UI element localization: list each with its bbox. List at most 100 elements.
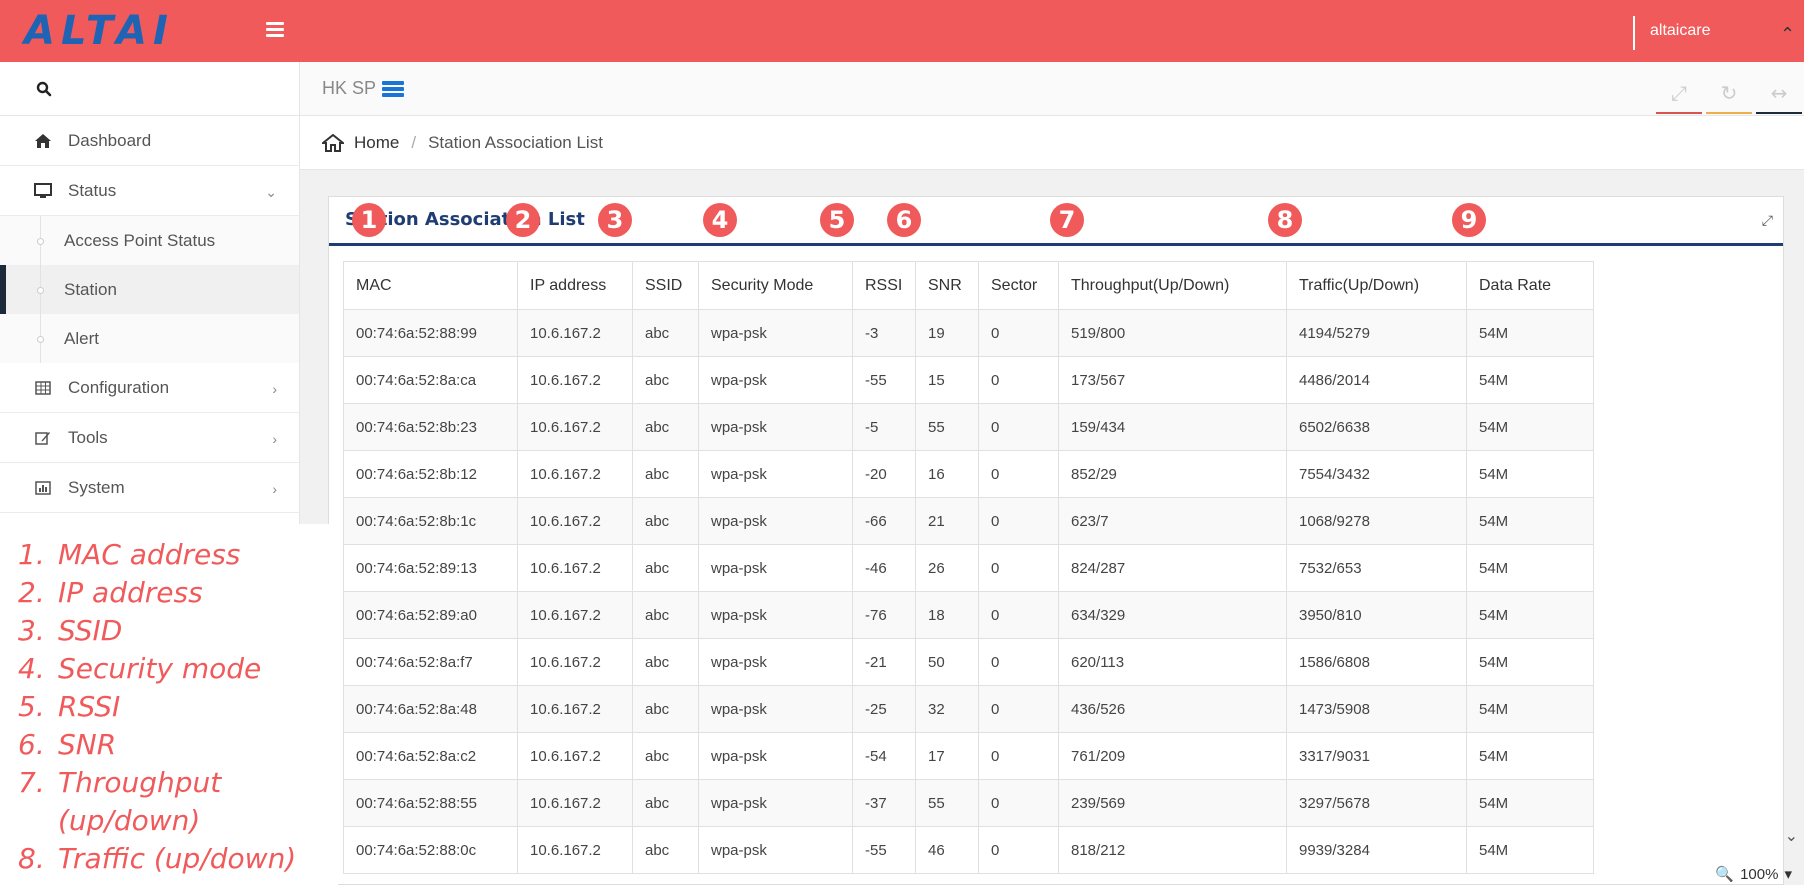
table-cell: abc	[632, 497, 699, 545]
table-cell: 00:74:6a:52:88:55	[343, 779, 518, 827]
chart-icon	[32, 479, 54, 497]
active-indicator	[0, 265, 6, 314]
sidebar-subitem-label: Alert	[64, 328, 99, 348]
legend-number: 2.	[18, 576, 45, 609]
home-icon	[32, 132, 54, 150]
menu-toggle-icon[interactable]	[266, 22, 284, 38]
table-cell: 32	[915, 685, 979, 733]
table-cell: 00:74:6a:52:88:99	[343, 309, 518, 357]
table-cell: -25	[852, 685, 916, 733]
table-cell: 54M	[1466, 450, 1594, 498]
column-header-snr[interactable]: SNR	[915, 261, 979, 310]
altai-logo[interactable]: ALTAI	[24, 8, 174, 54]
collapse-icon[interactable]: ↔	[1754, 74, 1804, 114]
table-row[interactable]: 00:74:6a:52:8a:c2 10.6.167.2 abc wpa-psk -54…	[343, 732, 1594, 780]
table-cell: 54M	[1466, 779, 1594, 827]
sidebar-subitem-alert[interactable]: Alert	[0, 314, 299, 363]
table-cell: -55	[852, 826, 916, 874]
sidebar-search[interactable]	[0, 62, 299, 116]
refresh-icon[interactable]: ↻	[1704, 74, 1754, 114]
table-row[interactable]: 00:74:6a:52:8a:f7 10.6.167.2 abc wpa-psk -21…	[343, 638, 1594, 686]
table-cell: 0	[978, 403, 1059, 451]
table-cell: 54M	[1466, 591, 1594, 639]
sidebar-item-label: System	[68, 477, 125, 497]
table-cell: abc	[632, 356, 699, 404]
legend-item: 5. RSSI	[18, 688, 296, 726]
table-cell: 0	[978, 450, 1059, 498]
table-cell: 54M	[1466, 497, 1594, 545]
table-row[interactable]: 00:74:6a:52:8a:48 10.6.167.2 abc wpa-psk -25…	[343, 685, 1594, 733]
table-cell: 0	[978, 826, 1059, 874]
table-cell: 852/29	[1058, 450, 1287, 498]
table-cell: 623/7	[1058, 497, 1287, 545]
column-header-data-rate[interactable]: Data Rate	[1466, 261, 1594, 310]
zoom-icon: 🔍	[1715, 866, 1735, 883]
table-cell: wpa-psk	[698, 779, 853, 827]
table-row[interactable]: 00:74:6a:52:88:55 10.6.167.2 abc wpa-psk -37…	[343, 779, 1594, 827]
fullscreen-icon[interactable]: ⤢	[1654, 74, 1704, 114]
table-cell: 1473/5908	[1286, 685, 1467, 733]
home-icon[interactable]	[322, 133, 344, 152]
expand-icon[interactable]: ⤢	[1762, 213, 1773, 229]
user-menu[interactable]: altaicare	[1650, 22, 1710, 40]
table-row[interactable]: 00:74:6a:52:88:0c 10.6.167.2 abc wpa-psk -55…	[343, 826, 1594, 874]
breadcrumb-home-link[interactable]: Home	[354, 133, 399, 153]
sidebar-item-label: Status	[68, 180, 117, 200]
table-row[interactable]: 00:74:6a:52:89:13 10.6.167.2 abc wpa-psk -46…	[343, 544, 1594, 592]
sidebar-item-status[interactable]: Status ⌄	[0, 166, 299, 216]
user-divider	[1633, 16, 1635, 50]
sidebar-item-dashboard[interactable]: Dashboard	[0, 116, 299, 166]
site-selector[interactable]: HK SP	[322, 78, 405, 99]
chevron-up-icon[interactable]: ⌃	[1780, 24, 1804, 45]
breadcrumb: Home / Station Association List	[300, 116, 1804, 170]
callout-legend: 1. MAC address 2. IP address 3. SSID 4. Securit…	[18, 536, 296, 878]
table-cell: 0	[978, 309, 1059, 357]
sidebar-item-tools[interactable]: Tools ›	[0, 413, 299, 463]
sidebar-item-configuration[interactable]: Configuration ›	[0, 363, 299, 413]
table-cell: 10.6.167.2	[517, 356, 633, 404]
column-header-ssid[interactable]: SSID	[632, 261, 699, 310]
chevron-down-icon[interactable]: ⌄	[1785, 826, 1798, 845]
table-cell: abc	[632, 403, 699, 451]
search-icon[interactable]	[36, 81, 52, 97]
table-cell: 17	[915, 732, 979, 780]
column-header-rssi[interactable]: RSSI	[852, 261, 916, 310]
column-header-security-mode[interactable]: Security Mode	[698, 261, 853, 310]
zoom-control[interactable]: 🔍 100% ▾	[1715, 863, 1792, 885]
table-row[interactable]: 00:74:6a:52:88:99 10.6.167.2 abc wpa-psk -3 1…	[343, 309, 1594, 357]
column-header-traffic[interactable]: Traffic(Up/Down)	[1286, 261, 1467, 310]
table-row[interactable]: 00:74:6a:52:8b:23 10.6.167.2 abc wpa-psk -5 5…	[343, 403, 1594, 451]
table-cell: -76	[852, 591, 916, 639]
legend-text: SSID	[58, 614, 123, 647]
table-cell: 3317/9031	[1286, 732, 1467, 780]
table-cell: 4194/5279	[1286, 309, 1467, 357]
sidebar-subitem-station[interactable]: Station	[0, 265, 299, 314]
callout-badge: 6	[887, 203, 921, 237]
callout-badge: 3	[598, 203, 632, 237]
column-header-throughput[interactable]: Throughput(Up/Down)	[1058, 261, 1287, 310]
sidebar-subitem-access-point-status[interactable]: Access Point Status	[0, 216, 299, 265]
table-cell: -21	[852, 638, 916, 686]
table-row[interactable]: 00:74:6a:52:8b:1c 10.6.167.2 abc wpa-psk -66…	[343, 497, 1594, 545]
table-row[interactable]: 00:74:6a:52:89:a0 10.6.167.2 abc wpa-psk -76…	[343, 591, 1594, 639]
table-cell: wpa-psk	[698, 638, 853, 686]
list-icon[interactable]	[382, 80, 405, 98]
table-row[interactable]: 00:74:6a:52:8a:ca 10.6.167.2 abc wpa-psk -55…	[343, 356, 1594, 404]
column-header-ip-address[interactable]: IP address	[517, 261, 633, 310]
column-header-sector[interactable]: Sector	[978, 261, 1059, 310]
legend-text: (up/down)	[58, 804, 201, 837]
callout-badge: 7	[1050, 203, 1084, 237]
sidebar-item-system[interactable]: System ›	[0, 463, 299, 513]
table-cell: wpa-psk	[698, 685, 853, 733]
table-cell: 10.6.167.2	[517, 779, 633, 827]
table-cell: 54M	[1466, 544, 1594, 592]
legend-number: 3.	[18, 614, 45, 647]
legend-text: Throughput	[58, 766, 222, 799]
monitor-icon	[32, 182, 54, 200]
table-cell: abc	[632, 685, 699, 733]
column-header-mac[interactable]: MAC	[343, 261, 518, 310]
table-cell: 00:74:6a:52:8a:ca	[343, 356, 518, 404]
table-cell: 00:74:6a:52:8a:48	[343, 685, 518, 733]
table-row[interactable]: 00:74:6a:52:8b:12 10.6.167.2 abc wpa-psk -20…	[343, 450, 1594, 498]
table-cell: 15	[915, 356, 979, 404]
